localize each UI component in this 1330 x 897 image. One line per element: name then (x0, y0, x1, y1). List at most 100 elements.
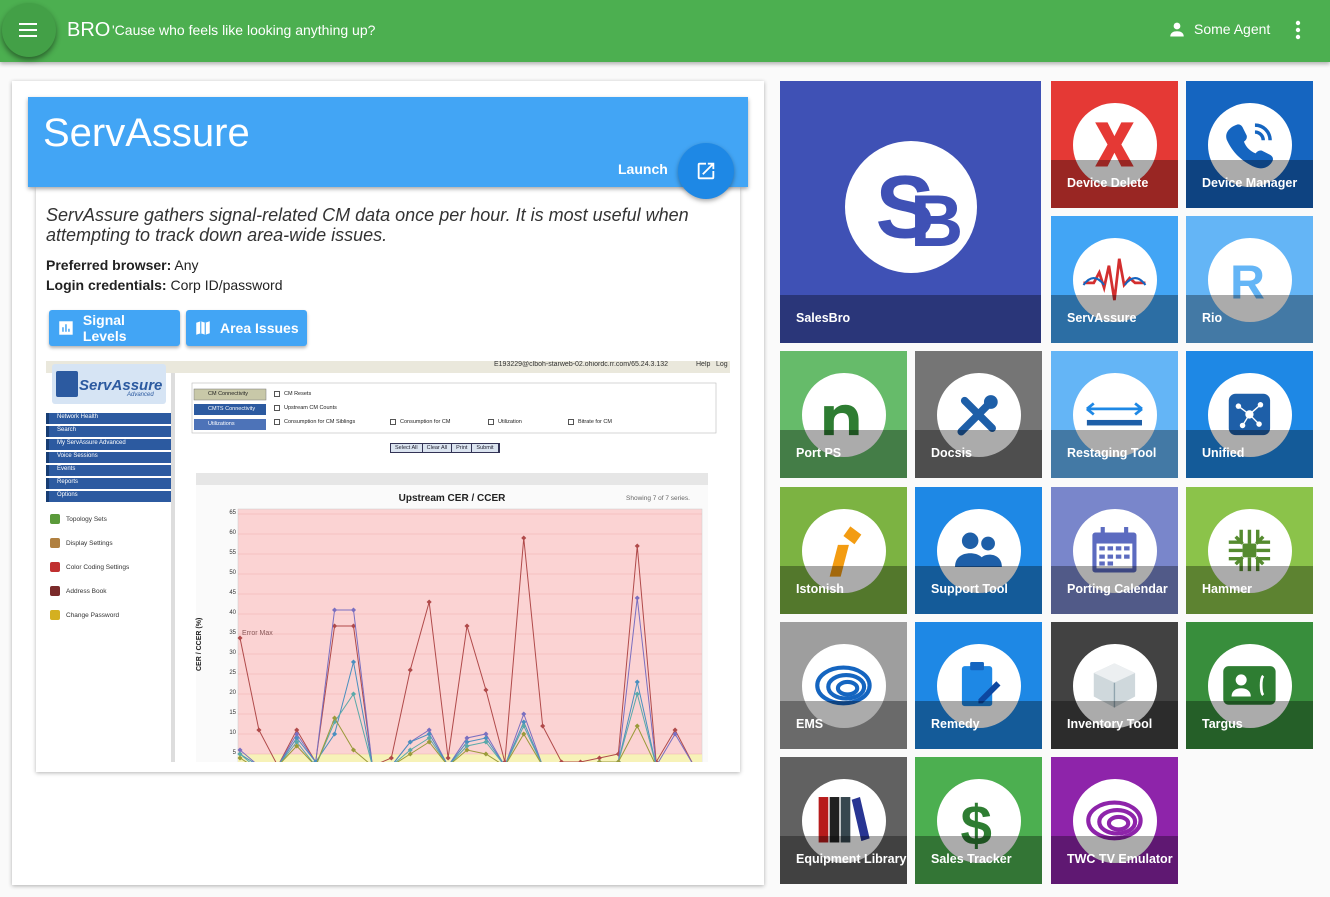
app-tile-twc-tv-emulator[interactable]: TWC TV Emulator (1051, 757, 1178, 884)
app-tile-equipment-library[interactable]: Equipment Library (780, 757, 907, 884)
app-tile-label: Hammer (1186, 566, 1313, 614)
browser-row: Preferred browser: Any (46, 257, 199, 273)
detail-description: ServAssure gathers signal-related CM dat… (46, 205, 689, 245)
app-tile-label: Sales Tracker (915, 836, 1042, 884)
screenshot-nav-item: Network Health (46, 413, 171, 424)
app-tile-rio[interactable]: R Rio (1186, 216, 1313, 343)
screenshot-check: Bitrate for CM (568, 419, 612, 425)
screenshot-nav-item: My ServAssure Advanced (46, 439, 171, 450)
app-tile-hammer[interactable]: Hammer (1186, 487, 1313, 614)
app-tile-docsis[interactable]: Docsis (915, 351, 1042, 478)
app-tile-label: Device Manager (1186, 160, 1313, 208)
salesbro-logo-icon: SB (844, 140, 977, 273)
check-label: Bitrate for CM (578, 419, 612, 425)
browser-value: Any (174, 257, 199, 273)
screenshot-nav-item: Search (46, 426, 171, 437)
app-tile-servassure[interactable]: ServAssure (1051, 216, 1178, 343)
app-tile-label: Equipment Library (780, 836, 907, 884)
detail-body: ServAssure gathers signal-related CM dat… (36, 187, 740, 772)
y-tick-label: 20 (229, 690, 236, 696)
app-tile-label: Istonish (780, 566, 907, 614)
screenshot-logo-sub: Advanced (127, 392, 154, 398)
app-tile-label: TWC TV Emulator (1051, 836, 1178, 884)
screenshot-option-item: Topology Sets (50, 507, 170, 531)
app-tile-ems[interactable]: EMS (780, 622, 907, 749)
app-tile-device-manager[interactable]: Device Manager (1186, 81, 1313, 208)
screenshot-option-item: Color Coding Settings (50, 555, 170, 579)
app-tile-label: SalesBro (780, 295, 1041, 343)
checkbox-icon (274, 405, 280, 411)
signal-levels-button[interactable]: Signal Levels (49, 310, 180, 346)
check-label: Utilization (498, 419, 522, 425)
app-tile-unified[interactable]: Unified (1186, 351, 1313, 478)
screenshot-nav: Network Health Search My ServAssure Advanc… (46, 413, 171, 504)
y-tick-label: 10 (229, 730, 236, 736)
servassure-screenshot: E193229@clboh-starweb-02.ohiordc.rr.com/… (46, 361, 730, 762)
option-icon (50, 538, 60, 548)
app-tile-label: Unified (1186, 430, 1313, 478)
app-tile-label: Port PS (780, 430, 907, 478)
checkbox-icon (568, 419, 574, 425)
checkbox-icon (274, 419, 280, 425)
screenshot-check: Utilization (488, 419, 522, 425)
checkbox-icon (274, 391, 280, 397)
app-tile-label: Targus (1186, 701, 1313, 749)
screenshot-annotation: Error Max (242, 630, 273, 637)
app-tile-label: Device Delete (1051, 160, 1178, 208)
app-tile-salesbro[interactable]: S B SalesBro (780, 81, 1041, 343)
y-tick-label: 40 (229, 610, 236, 616)
checkbox-icon (390, 419, 396, 425)
y-tick-label: 45 (229, 590, 236, 596)
screenshot-checks: CM Resets Upstream CM Counts Consumption f… (274, 389, 714, 433)
y-tick-label: 65 (229, 510, 236, 516)
option-label: Address Book (66, 587, 107, 595)
y-tick-label: 35 (229, 630, 236, 636)
hamburger-icon (19, 23, 37, 37)
screenshot-logout: Log (716, 361, 728, 368)
screenshot-option-item: Address Book (50, 579, 170, 603)
app-tile-sales-tracker[interactable]: $ Sales Tracker (915, 757, 1042, 884)
map-icon (196, 321, 210, 335)
screenshot-check: Consumption for CM (390, 419, 450, 425)
screenshot-action: Print (452, 444, 473, 452)
screenshot-nav-item: Events (46, 465, 171, 476)
y-tick-label: 30 (229, 650, 236, 656)
menu-button[interactable] (2, 3, 56, 57)
screenshot-nav-item: Options (46, 491, 171, 502)
app-tile-support-tool[interactable]: Support Tool (915, 487, 1042, 614)
app-tile-porting-calendar[interactable]: Porting Calendar (1051, 487, 1178, 614)
app-tile-remedy[interactable]: Remedy (915, 622, 1042, 749)
app-tile-label: Remedy (915, 701, 1042, 749)
open-in-new-icon (697, 162, 715, 180)
app-tile-label: Restaging Tool (1051, 430, 1178, 478)
screenshot-check: Upstream CM Counts (274, 405, 337, 411)
person-icon (1170, 22, 1184, 37)
area-issues-label: Area Issues (220, 320, 299, 336)
check-label: CM Resets (284, 391, 312, 397)
app-tile-istonish[interactable]: Istonish (780, 487, 907, 614)
app-tile-port-ps[interactable]: Port PS (780, 351, 907, 478)
app-tile-inventory-tool[interactable]: Inventory Tool (1051, 622, 1178, 749)
option-icon (50, 514, 60, 524)
app-tile-targus[interactable]: Targus (1186, 622, 1313, 749)
app-tile-label: Inventory Tool (1051, 701, 1178, 749)
app-tile-device-delete[interactable]: Device Delete (1051, 81, 1178, 208)
screenshot-check: CM Resets (274, 391, 311, 397)
option-icon (50, 562, 60, 572)
option-label: Color Coding Settings (66, 563, 130, 571)
y-tick-label: 60 (229, 530, 236, 536)
app-name: BRO (67, 19, 111, 41)
launch-button[interactable] (678, 143, 734, 199)
screenshot-yticks: 65 60 55 50 45 40 35 30 25 20 15 10 5 (206, 361, 236, 762)
screenshot-user-line: E193229@clboh-starweb-02.ohiordc.rr.com/… (494, 361, 669, 368)
area-issues-button[interactable]: Area Issues (186, 310, 307, 346)
option-label: Topology Sets (66, 515, 107, 523)
screenshot-nav-item: Reports (46, 478, 171, 489)
screenshot-action: Select All (391, 444, 423, 452)
app-tile-restaging-tool[interactable]: Restaging Tool (1051, 351, 1178, 478)
app-tile-label: ServAssure (1051, 295, 1178, 343)
option-label: Display Settings (66, 539, 113, 547)
user-menu[interactable]: Some Agent (1168, 20, 1270, 38)
more-vert-icon[interactable] (1290, 18, 1306, 42)
check-label: Consumption for CM Siblings (284, 419, 356, 425)
